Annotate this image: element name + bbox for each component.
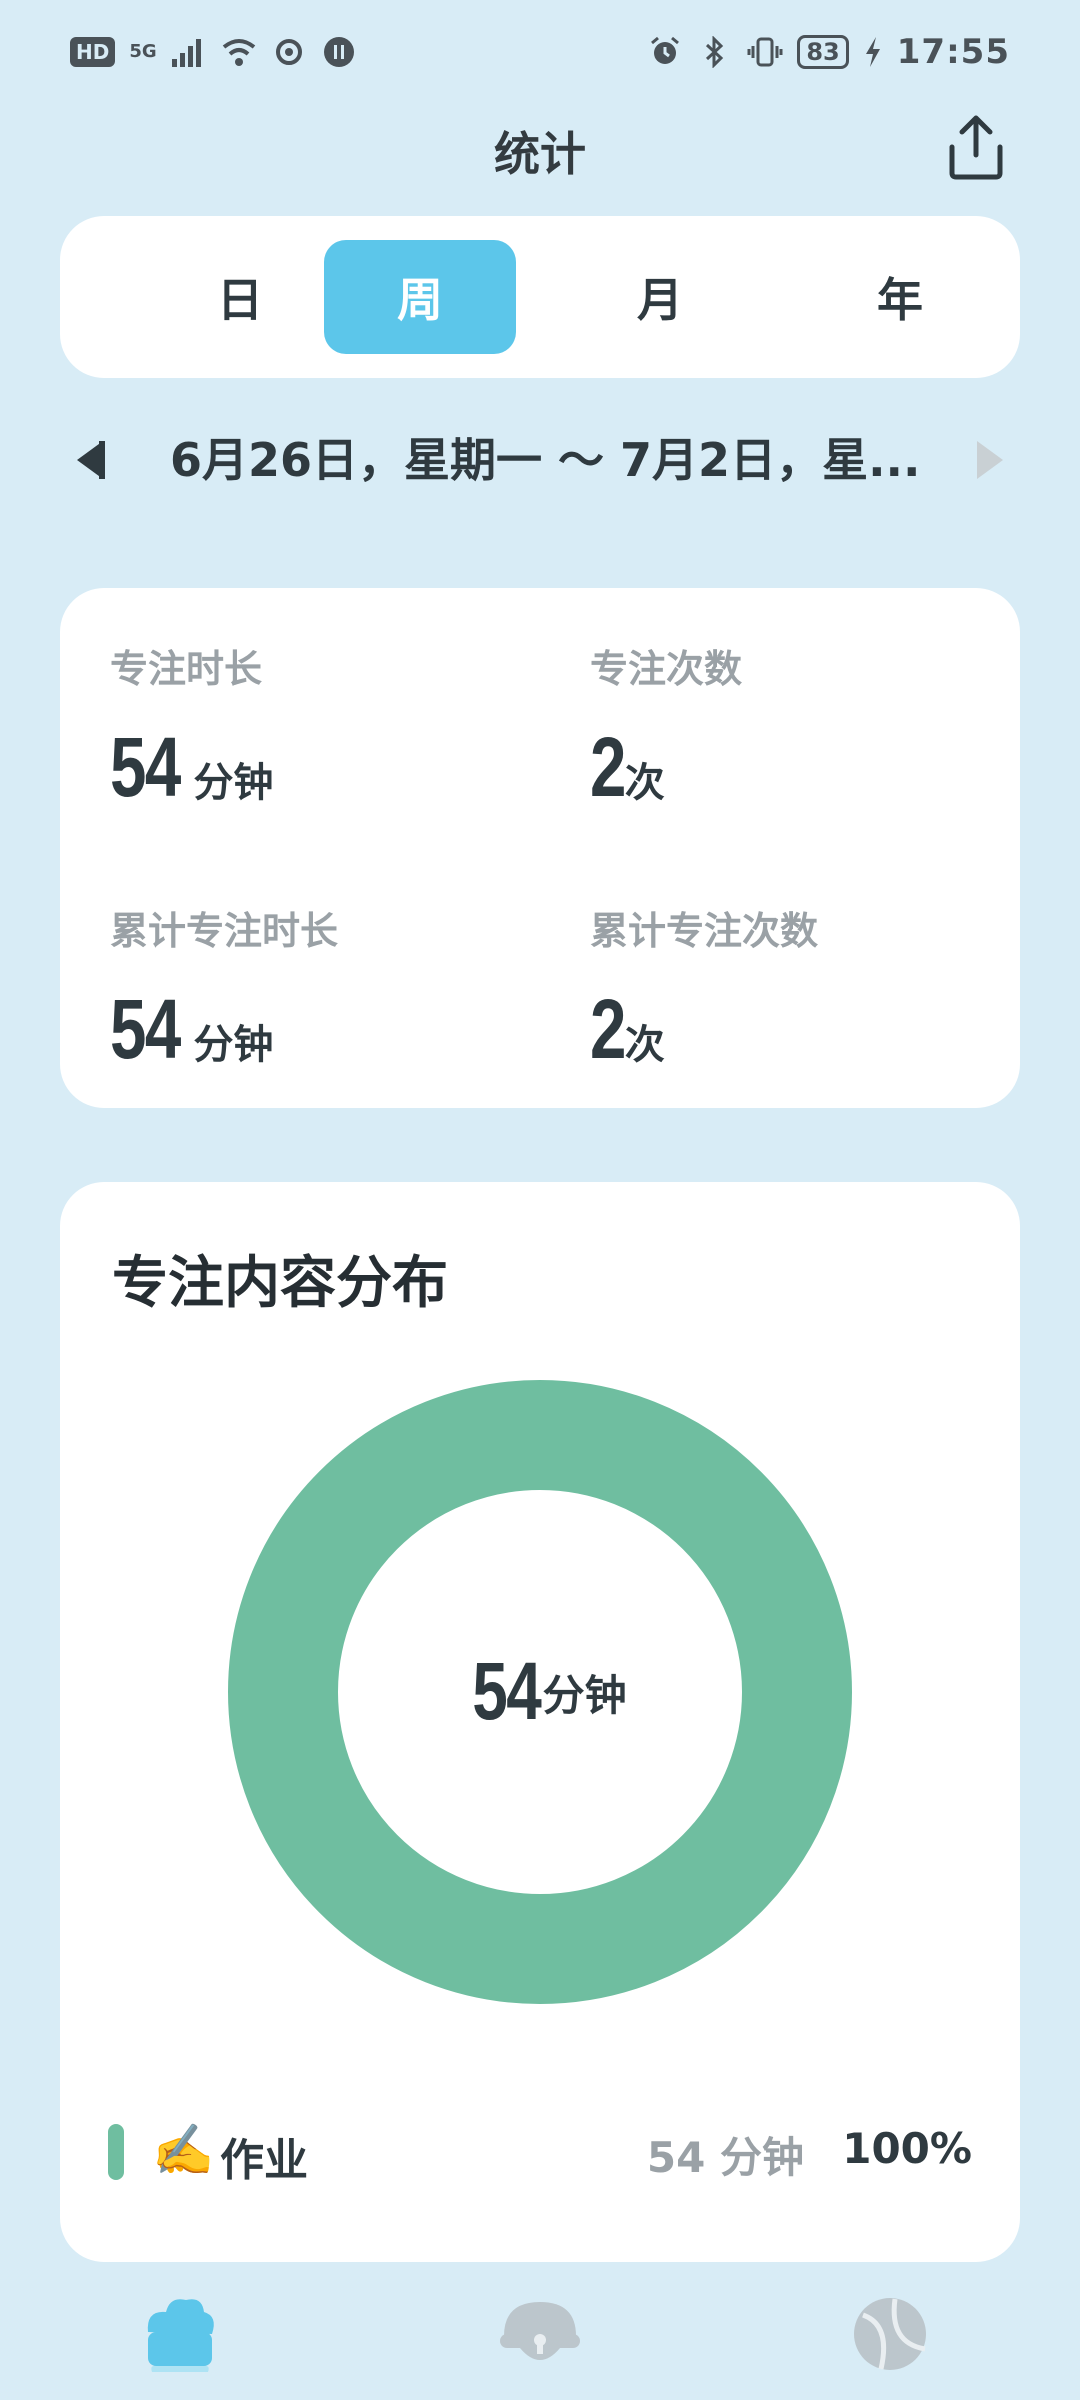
stat-value: 2 [590, 720, 626, 814]
previous-week-button[interactable] [60, 430, 120, 490]
stat-unit: 分钟 [193, 1022, 274, 1068]
stat-total-duration: 累计专注时长 54 分钟 [110, 900, 530, 1078]
stat-value: 54 [110, 982, 181, 1076]
stat-focus-count: 专注次数 2 次 [590, 638, 1010, 816]
stat-unit: 次 [624, 760, 665, 806]
legend-item[interactable]: ✍️ 作业 54 分钟 100% [108, 2102, 972, 2198]
nav-focus[interactable] [490, 2284, 590, 2384]
stat-value: 2 [590, 982, 626, 1076]
sync-icon [271, 34, 307, 70]
status-right: 83 17:55 [647, 32, 1010, 72]
share-button[interactable] [940, 112, 1012, 184]
bluetooth-icon [697, 34, 733, 70]
nav-statistics[interactable] [130, 2284, 230, 2384]
donut-center-unit: 分钟 [542, 1670, 627, 1720]
chevron-left-icon [77, 441, 105, 479]
writing-hand-icon: ✍️ [152, 2121, 215, 2179]
nav-explore[interactable] [840, 2284, 940, 2384]
stat-focus-duration: 专注时长 54 分钟 [110, 638, 530, 816]
clock: 17:55 [896, 32, 1010, 72]
wifi-icon [221, 34, 257, 70]
network-type: 5G [129, 41, 157, 62]
stat-label: 专注时长 [110, 647, 263, 691]
stat-total-count: 累计专注次数 2 次 [590, 900, 1010, 1078]
tab-month[interactable]: 月 [564, 240, 756, 354]
tab-week[interactable]: 周 [324, 240, 516, 354]
page-title: 统计 [494, 127, 586, 181]
tab-day[interactable]: 日 [144, 240, 336, 354]
alarm-icon [647, 34, 683, 70]
tab-year[interactable]: 年 [804, 240, 996, 354]
legend-color-bar [108, 2124, 124, 2180]
stat-value: 54 [110, 720, 181, 814]
chevron-right-icon [977, 441, 1003, 479]
legend-percent: 100% [842, 2124, 972, 2173]
donut-center-value: 54 [472, 1646, 543, 1737]
battery-level: 83 [797, 35, 849, 69]
charging-icon [863, 34, 883, 70]
donut-center: 54 分钟 [228, 1380, 852, 2004]
donut-chart[interactable]: 54 分钟 [228, 1380, 852, 2004]
stat-unit: 分钟 [193, 760, 274, 806]
pause-icon [321, 34, 357, 70]
period-tabs: 日 周 月 年 [60, 216, 1020, 378]
legend-minutes: 54 分钟 [646, 2133, 804, 2182]
statistics-icon [147, 2299, 214, 2372]
next-week-button[interactable] [960, 430, 1020, 490]
date-range-nav: 6月26日，星期一 ～ 7月2日，星... [60, 420, 1020, 500]
stat-label: 累计专注时长 [110, 909, 339, 953]
stat-unit: 次 [624, 1022, 665, 1068]
stat-label: 专注次数 [590, 647, 743, 691]
status-bar: HD 5G 83 17:55 [0, 0, 1080, 104]
vibrate-icon [747, 34, 783, 70]
distribution-card: 专注内容分布 54 分钟 ✍️ 作业 54 分钟 100% [60, 1182, 1020, 2262]
signal-icon [171, 34, 207, 70]
stats-card: 专注时长 54 分钟 专注次数 2 次 累计专注时长 54 分钟 累计专注次数 … [60, 588, 1020, 1108]
hd-badge: HD [70, 37, 116, 67]
status-left: HD 5G [70, 34, 357, 70]
distribution-title: 专注内容分布 [112, 1251, 448, 1316]
share-icon [949, 115, 1003, 180]
legend-name: 作业 [220, 2135, 308, 2186]
lock-icon [500, 2302, 580, 2360]
planet-icon [854, 2298, 926, 2370]
date-range-label: 6月26日，星期一 ～ 7月2日，星... [170, 433, 921, 487]
stat-label: 累计专注次数 [590, 909, 819, 953]
bottom-nav [0, 2262, 1080, 2400]
